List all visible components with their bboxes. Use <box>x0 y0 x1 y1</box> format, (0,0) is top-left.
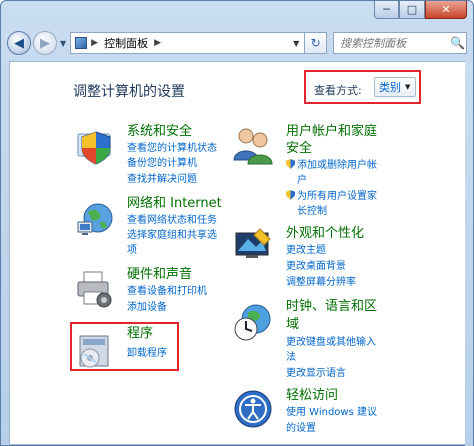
address-separator[interactable]: ▶ <box>154 38 161 48</box>
window-border <box>465 61 473 446</box>
link-add-remove-users[interactable]: 添加或删除用户帐 <box>286 159 377 172</box>
network-icon[interactable] <box>74 198 116 240</box>
search-icon[interactable]: 🔍 <box>450 36 466 50</box>
minimize-button[interactable]: ─ <box>374 1 399 19</box>
category-clock-region-cont[interactable]: 域 <box>286 316 299 334</box>
view-by-value: 类别 <box>379 81 401 94</box>
link-screen-resolution[interactable]: 调整屏幕分辨率 <box>286 276 356 289</box>
link-text[interactable]: 为所有用户设置家 <box>297 191 377 202</box>
link-change-keyboard-cont[interactable]: 法 <box>286 351 296 364</box>
control-panel-icon <box>75 37 88 49</box>
category-appearance[interactable]: 外观和个性化 <box>286 225 364 243</box>
link-homegroup-sharing-cont[interactable]: 项 <box>127 244 137 257</box>
refresh-button[interactable]: ↻ <box>305 32 328 54</box>
link-change-background[interactable]: 更改桌面背景 <box>286 260 346 273</box>
link-homegroup-sharing[interactable]: 选择家庭组和共享选 <box>127 229 217 242</box>
view-by-dropdown[interactable]: 类别 ▼ <box>374 77 416 97</box>
address-dropdown-icon[interactable]: ▼ <box>288 39 304 48</box>
forward-button[interactable]: ▶ <box>33 31 57 55</box>
window-frame: ─ □ ✕ ◀ ▶ ▼ ▶ 控制面板 ▶ ▼ ↻ 🔍 调整计算机的设置 查看方式… <box>0 0 474 446</box>
user-accounts-icon[interactable] <box>232 124 274 166</box>
link-parental-controls-cont[interactable]: 长控制 <box>297 205 327 218</box>
link-devices-printers[interactable]: 查看设备和打印机 <box>127 285 207 298</box>
address-separator[interactable]: ▶ <box>91 38 98 48</box>
clock-region-icon[interactable] <box>232 301 274 343</box>
link-troubleshoot[interactable]: 查找并解决问题 <box>127 173 197 186</box>
link-parental-controls[interactable]: 为所有用户设置家 <box>286 190 377 203</box>
category-ease-of-access[interactable]: 轻松访问 <box>286 387 338 405</box>
category-network-internet[interactable]: 网络和 Internet <box>127 195 222 213</box>
link-network-status[interactable]: 查看网络状态和任务 <box>127 214 217 227</box>
chevron-down-icon: ▼ <box>405 83 411 91</box>
appearance-icon[interactable] <box>232 225 274 267</box>
hardware-sound-icon[interactable] <box>74 268 116 310</box>
control-panel-content: 调整计算机的设置 查看方式: 类别 ▼ 系统和安全 查看您的计算机状态 备份您的… <box>9 61 467 445</box>
ease-of-access-icon[interactable] <box>232 388 274 430</box>
link-display-language[interactable]: 更改显示语言 <box>286 367 346 380</box>
link-text[interactable]: 添加或删除用户帐 <box>297 160 377 171</box>
link-backup-computer[interactable]: 备份您的计算机 <box>127 157 197 170</box>
category-user-accounts-cont[interactable]: 安全 <box>286 140 312 158</box>
uac-shield-icon <box>286 190 295 200</box>
view-by-highlight: 查看方式: 类别 ▼ <box>304 70 421 104</box>
category-programs[interactable]: 程序 <box>127 325 153 343</box>
system-security-icon[interactable] <box>74 124 116 166</box>
link-windows-recommended[interactable]: 使用 Windows 建议 <box>286 406 377 419</box>
breadcrumb-control-panel[interactable]: 控制面板 <box>104 35 148 51</box>
link-change-theme[interactable]: 更改主题 <box>286 244 326 257</box>
category-clock-region[interactable]: 时钟、语言和区 <box>286 298 377 316</box>
category-user-accounts[interactable]: 用户帐户和家庭 <box>286 123 377 141</box>
link-change-keyboard[interactable]: 更改键盘或其他输入 <box>286 336 376 349</box>
search-box[interactable]: 🔍 <box>333 32 467 54</box>
link-windows-recommended-cont[interactable]: 的设置 <box>286 422 316 435</box>
link-add-device[interactable]: 添加设备 <box>127 301 167 314</box>
programs-icon[interactable] <box>74 330 116 372</box>
search-input[interactable] <box>334 36 451 50</box>
link-uninstall-program[interactable]: 卸载程序 <box>127 347 167 360</box>
navigation-bar: ◀ ▶ ▼ ▶ 控制面板 ▶ ▼ ↻ 🔍 <box>7 29 467 57</box>
maximize-button[interactable]: □ <box>399 1 425 19</box>
category-system-security[interactable]: 系统和安全 <box>127 123 192 141</box>
uac-shield-icon <box>286 159 295 169</box>
view-by-label: 查看方式: <box>314 84 362 97</box>
recent-pages-dropdown[interactable]: ▼ <box>60 39 66 48</box>
back-button[interactable]: ◀ <box>7 31 31 55</box>
page-title: 调整计算机的设置 <box>73 84 185 100</box>
caption-buttons: ─ □ ✕ <box>374 1 467 19</box>
link-view-computer-status[interactable]: 查看您的计算机状态 <box>127 142 217 155</box>
address-bar[interactable]: ▶ 控制面板 ▶ ▼ <box>70 32 306 54</box>
close-button[interactable]: ✕ <box>425 1 467 19</box>
category-hardware-sound[interactable]: 硬件和声音 <box>127 266 192 284</box>
link-add-remove-users-cont[interactable]: 户 <box>297 174 307 187</box>
